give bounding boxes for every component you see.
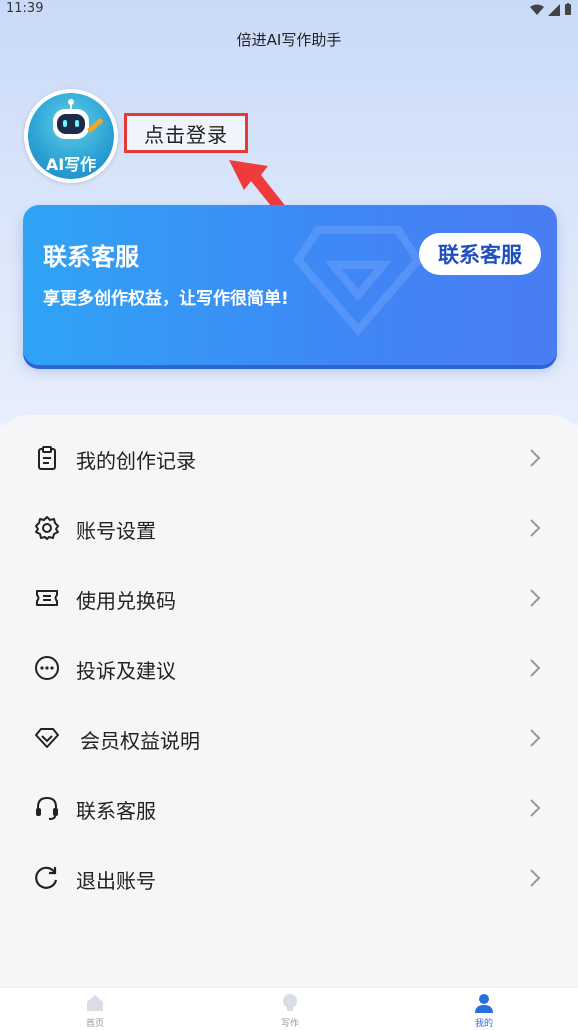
chevron-right-icon [530,449,541,467]
user-icon [475,994,493,1013]
chevron-right-icon [530,869,541,887]
bottom-tab-bar: 首页 写作 我的 [0,987,578,1030]
headset-icon [36,796,58,820]
wifi-icon [530,4,544,15]
menu-item-label: 我的创作记录 [76,449,196,473]
diamond-icon [35,728,59,748]
chevron-right-icon [530,729,541,747]
clipboard-icon [38,446,56,470]
chevron-right-icon [530,799,541,817]
menu-panel: 我的创作记录 账号设置 使用兑换码 投诉及建议 会员权益说明 联系客服 退出账号 [0,415,578,990]
page-title: 倍进AI写作助手 [236,31,342,49]
gear-icon [35,516,59,540]
status-bar: 11:39 [0,0,578,20]
refresh-icon [35,866,58,889]
login-button[interactable]: 点击登录 [124,113,248,153]
menu-item-label: 投诉及建议 [76,659,176,683]
menu-item-feedback[interactable]: 投诉及建议 [0,633,578,703]
bulb-icon [283,994,297,1011]
menu-item-label: 账号设置 [76,519,156,543]
chat-dots-icon [35,656,59,680]
tab-label: 首页 [85,1019,104,1029]
tab-label: 写作 [280,1019,299,1029]
menu-item-label: 退出账号 [76,869,156,893]
tab-write[interactable]: 写作 [240,988,340,1030]
chevron-right-icon [530,589,541,607]
signal-icon [548,3,560,16]
status-time: 11:39 [6,1,44,16]
tab-home[interactable]: 首页 [45,988,145,1030]
contact-service-button[interactable]: 联系客服 [419,233,541,275]
chevron-right-icon [530,659,541,677]
menu-item-label: 联系客服 [76,799,156,823]
home-icon [87,995,103,1011]
banner-title: 联系客服 [43,243,139,271]
avatar[interactable]: AI写作 [24,89,118,183]
service-banner[interactable]: 联系客服 享更多创作权益，让写作很简单! 联系客服 [23,205,557,365]
ticket-icon [36,590,58,606]
menu-item-logout[interactable]: 退出账号 [0,843,578,913]
menu-item-account-settings[interactable]: 账号设置 [0,493,578,563]
tab-mine[interactable]: 我的 [434,988,534,1030]
tab-label: 我的 [474,1019,493,1029]
battery-icon [565,3,571,15]
chevron-right-icon [530,519,541,537]
menu-item-creation-records[interactable]: 我的创作记录 [0,423,578,493]
status-icons [530,3,572,16]
menu-item-membership-info[interactable]: 会员权益说明 [0,703,578,773]
banner-subtitle: 享更多创作权益，让写作很简单! [43,289,289,309]
menu-item-contact-service[interactable]: 联系客服 [0,773,578,843]
login-label: 点击登录 [144,122,228,147]
robot-avatar-icon: AI写作 [28,93,114,179]
menu-item-redeem-code[interactable]: 使用兑换码 [0,563,578,633]
menu-item-label: 使用兑换码 [76,589,176,613]
diamond-watermark-icon [293,226,423,337]
menu-item-label: 会员权益说明 [80,729,200,753]
avatar-label: AI写作 [45,155,97,174]
